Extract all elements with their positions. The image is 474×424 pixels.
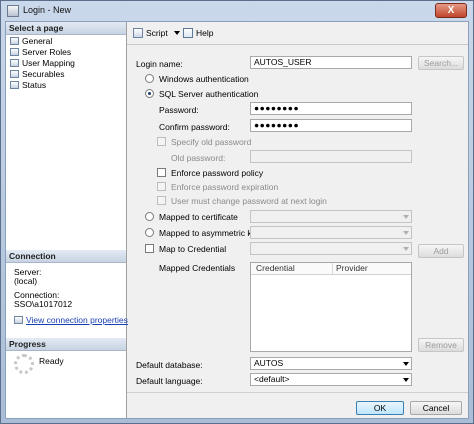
page-label: User Mapping <box>22 58 75 68</box>
connection-heading: Connection <box>6 250 126 263</box>
chevron-down-icon <box>400 243 411 254</box>
grid-header: Credential Provider <box>251 263 411 275</box>
asymmetric-key-combo[interactable] <box>250 226 412 239</box>
password-label: Password: <box>159 105 199 115</box>
column-credential[interactable]: Credential <box>253 263 333 274</box>
old-password-input[interactable] <box>250 150 412 163</box>
default-language-value: <default> <box>254 374 290 384</box>
chevron-down-icon[interactable] <box>174 31 181 35</box>
column-provider[interactable]: Provider <box>333 263 411 274</box>
confirm-password-label: Confirm password: <box>159 122 230 132</box>
connection-properties-icon <box>14 316 23 324</box>
remove-credential-button[interactable]: Remove <box>418 338 464 352</box>
add-credential-button[interactable]: Add <box>418 244 464 258</box>
must-change-password-checkbox[interactable] <box>157 196 166 205</box>
help-label: Help <box>196 28 214 38</box>
window-app-icon <box>7 5 19 17</box>
page-item-general[interactable]: General <box>10 36 52 47</box>
page-label: Status <box>22 80 47 90</box>
login-name-input[interactable]: AUTOS_USER <box>250 56 412 69</box>
help-icon <box>183 28 193 38</box>
must-change-password-label: User must change password at next login <box>171 196 327 206</box>
view-connection-properties-text[interactable]: View connection properties <box>26 315 128 325</box>
sql-auth-radio[interactable] <box>145 89 154 98</box>
toolbar: Script Help <box>127 22 468 45</box>
page-item-status[interactable]: Status <box>10 80 46 91</box>
page-icon <box>10 70 19 78</box>
page-icon <box>10 37 19 45</box>
default-database-value: AUTOS <box>254 358 284 368</box>
enforce-password-policy-checkbox[interactable] <box>157 168 166 177</box>
default-database-label: Default database: <box>136 360 203 370</box>
map-to-credential-label: Map to Credential <box>159 244 227 254</box>
progress-status: Ready <box>39 356 64 366</box>
mapped-credentials-label: Mapped Credentials <box>159 263 236 273</box>
specify-old-password-checkbox[interactable] <box>157 137 166 146</box>
script-icon <box>133 28 143 38</box>
sql-auth-label: SQL Server authentication <box>159 89 259 99</box>
old-password-label: Old password: <box>171 153 226 163</box>
map-to-credential-checkbox[interactable] <box>145 244 154 253</box>
default-language-combo[interactable]: <default> <box>250 373 412 386</box>
certificate-combo[interactable] <box>250 210 412 223</box>
select-page-heading: Select a page <box>6 22 126 35</box>
page-item-server-roles[interactable]: Server Roles <box>10 47 71 58</box>
windows-auth-label: Windows authentication <box>159 74 249 84</box>
close-button[interactable]: X <box>435 3 467 18</box>
chevron-down-icon <box>400 358 411 369</box>
login-new-window: Login - New X Select a page General Serv… <box>0 0 474 424</box>
page-icon <box>10 48 19 56</box>
enforce-password-policy-label: Enforce password policy <box>171 168 264 178</box>
confirm-password-input[interactable]: ●●●●●●●● <box>250 119 412 132</box>
enforce-password-expiration-checkbox[interactable] <box>157 182 166 191</box>
page-icon <box>10 81 19 89</box>
footer-divider <box>127 392 468 393</box>
page-label: Server Roles <box>22 47 72 57</box>
chevron-down-icon <box>400 211 411 222</box>
page-label: Securables <box>22 69 65 79</box>
page-icon <box>10 59 19 67</box>
mapped-credentials-grid[interactable]: Credential Provider <box>250 262 412 352</box>
page-item-securables[interactable]: Securables <box>10 69 65 80</box>
mapped-asymmetric-key-radio[interactable] <box>145 228 154 237</box>
specify-old-password-label: Specify old password <box>171 137 252 147</box>
view-connection-properties-link[interactable]: View connection properties <box>14 315 128 325</box>
page-label: General <box>22 36 53 46</box>
cancel-button[interactable]: Cancel <box>410 401 462 415</box>
windows-auth-radio[interactable] <box>145 74 154 83</box>
progress-heading: Progress <box>6 338 126 351</box>
mapped-certificate-label: Mapped to certificate <box>159 212 238 222</box>
left-pane: Select a page General Server Roles User … <box>6 22 128 418</box>
chevron-down-icon <box>400 374 411 385</box>
title-bar[interactable]: Login - New X <box>1 1 473 21</box>
enforce-password-expiration-label: Enforce password expiration <box>171 182 279 192</box>
progress-spinner-icon <box>14 354 34 374</box>
login-name-label: Login name: <box>136 59 183 69</box>
help-button[interactable]: Help <box>183 28 213 38</box>
default-language-label: Default language: <box>136 376 203 386</box>
chevron-down-icon <box>400 227 411 238</box>
dialog-client-area: Select a page General Server Roles User … <box>5 21 469 419</box>
connection-value: SSO\a1017012 <box>14 299 73 309</box>
default-database-combo[interactable]: AUTOS <box>250 357 412 370</box>
mapped-certificate-radio[interactable] <box>145 212 154 221</box>
server-value: (local) <box>14 276 38 286</box>
mapped-asymmetric-key-label: Mapped to asymmetric key <box>159 228 261 238</box>
search-button[interactable]: Search... <box>418 56 464 70</box>
page-item-user-mapping[interactable]: User Mapping <box>10 58 75 69</box>
window-title: Login - New <box>23 5 72 15</box>
script-button[interactable]: Script <box>133 28 181 38</box>
password-input[interactable]: ●●●●●●●● <box>250 102 412 115</box>
ok-button[interactable]: OK <box>356 401 404 415</box>
credential-combo[interactable] <box>250 242 412 255</box>
script-label: Script <box>146 28 168 38</box>
